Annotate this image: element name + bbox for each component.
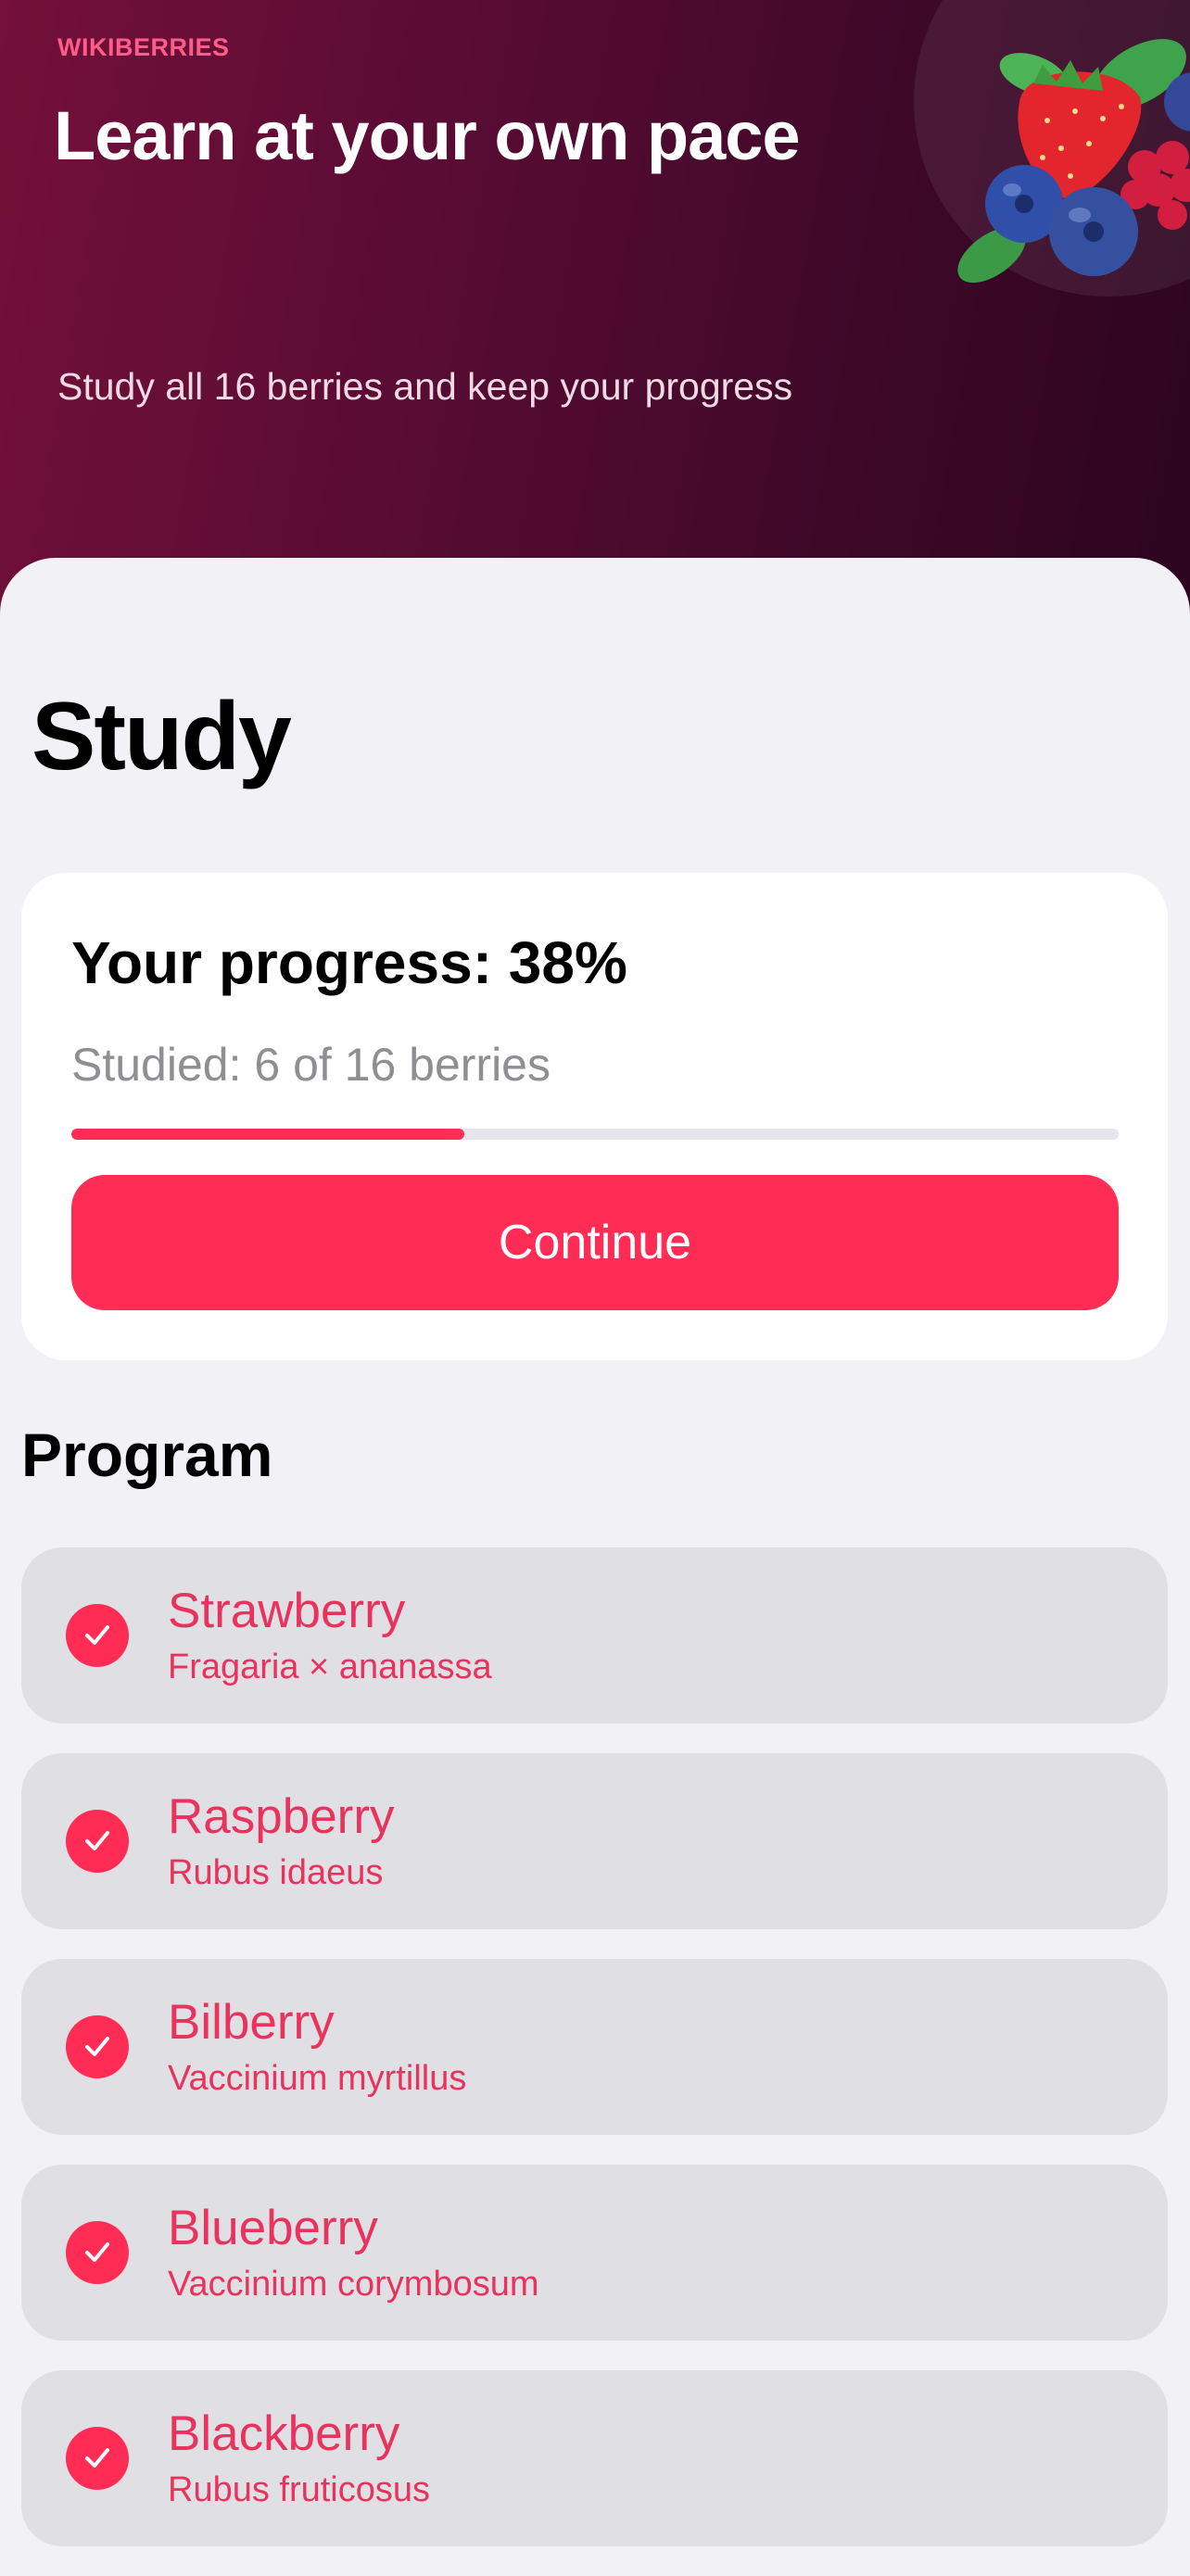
list-item[interactable]: Blueberry Vaccinium corymbosum	[21, 2165, 1168, 2341]
checkmark-circle-icon	[66, 2427, 129, 2490]
berry-name: Bilberry	[168, 1995, 335, 2050]
berry-latin-name: Vaccinium corymbosum	[168, 2265, 539, 2304]
program-list: Strawberry Fragaria × ananassa Raspberry…	[21, 1547, 1168, 2576]
hero-header: WIKIBERRIES Learn at your own pace Study…	[0, 0, 1190, 649]
berry-name: Blackberry	[168, 2406, 400, 2461]
berry-latin-name: Rubus fruticosus	[168, 2470, 431, 2509]
checkmark-circle-icon	[66, 1810, 129, 1873]
brand-label: WIKIBERRIES	[57, 33, 230, 61]
continue-button[interactable]: Continue	[71, 1175, 1119, 1310]
progress-bar	[71, 1129, 1119, 1140]
berries-illustration	[957, 39, 1190, 284]
berry-name: Blueberry	[168, 2201, 378, 2255]
berry-name: Strawberry	[168, 1584, 406, 1638]
list-item[interactable]: Raspberry Rubus idaeus	[21, 1753, 1168, 1929]
page-title: Study	[32, 683, 292, 790]
berry-name: Raspberry	[168, 1789, 395, 1844]
section-title-program: Program	[21, 1421, 273, 1489]
hero-title: Learn at your own pace	[54, 97, 801, 174]
checkmark-circle-icon	[66, 2221, 129, 2284]
berry-latin-name: Fragaria × ananassa	[168, 1648, 492, 1686]
list-item[interactable]: Strawberry Fragaria × ananassa	[21, 1547, 1168, 1724]
progress-card: Your progress: 38% Studied: 6 of 16 berr…	[21, 873, 1168, 1360]
study-sheet: Study Your progress: 38% Studied: 6 of 1…	[0, 558, 1190, 2574]
berry-latin-name: Vaccinium myrtillus	[168, 2059, 467, 2098]
checkmark-circle-icon	[66, 1604, 129, 1667]
list-item[interactable]: Bilberry Vaccinium myrtillus	[21, 1959, 1168, 2135]
berry-latin-name: Rubus idaeus	[168, 1853, 384, 1892]
progress-count: Studied: 6 of 16 berries	[71, 1039, 551, 1091]
checkmark-circle-icon	[66, 2015, 129, 2078]
hero-subtitle: Study all 16 berries and keep your progr…	[57, 365, 793, 408]
progress-bar-fill	[71, 1129, 464, 1140]
list-item[interactable]: Blackberry Rubus fruticosus	[21, 2370, 1168, 2546]
progress-title: Your progress: 38%	[71, 929, 627, 996]
